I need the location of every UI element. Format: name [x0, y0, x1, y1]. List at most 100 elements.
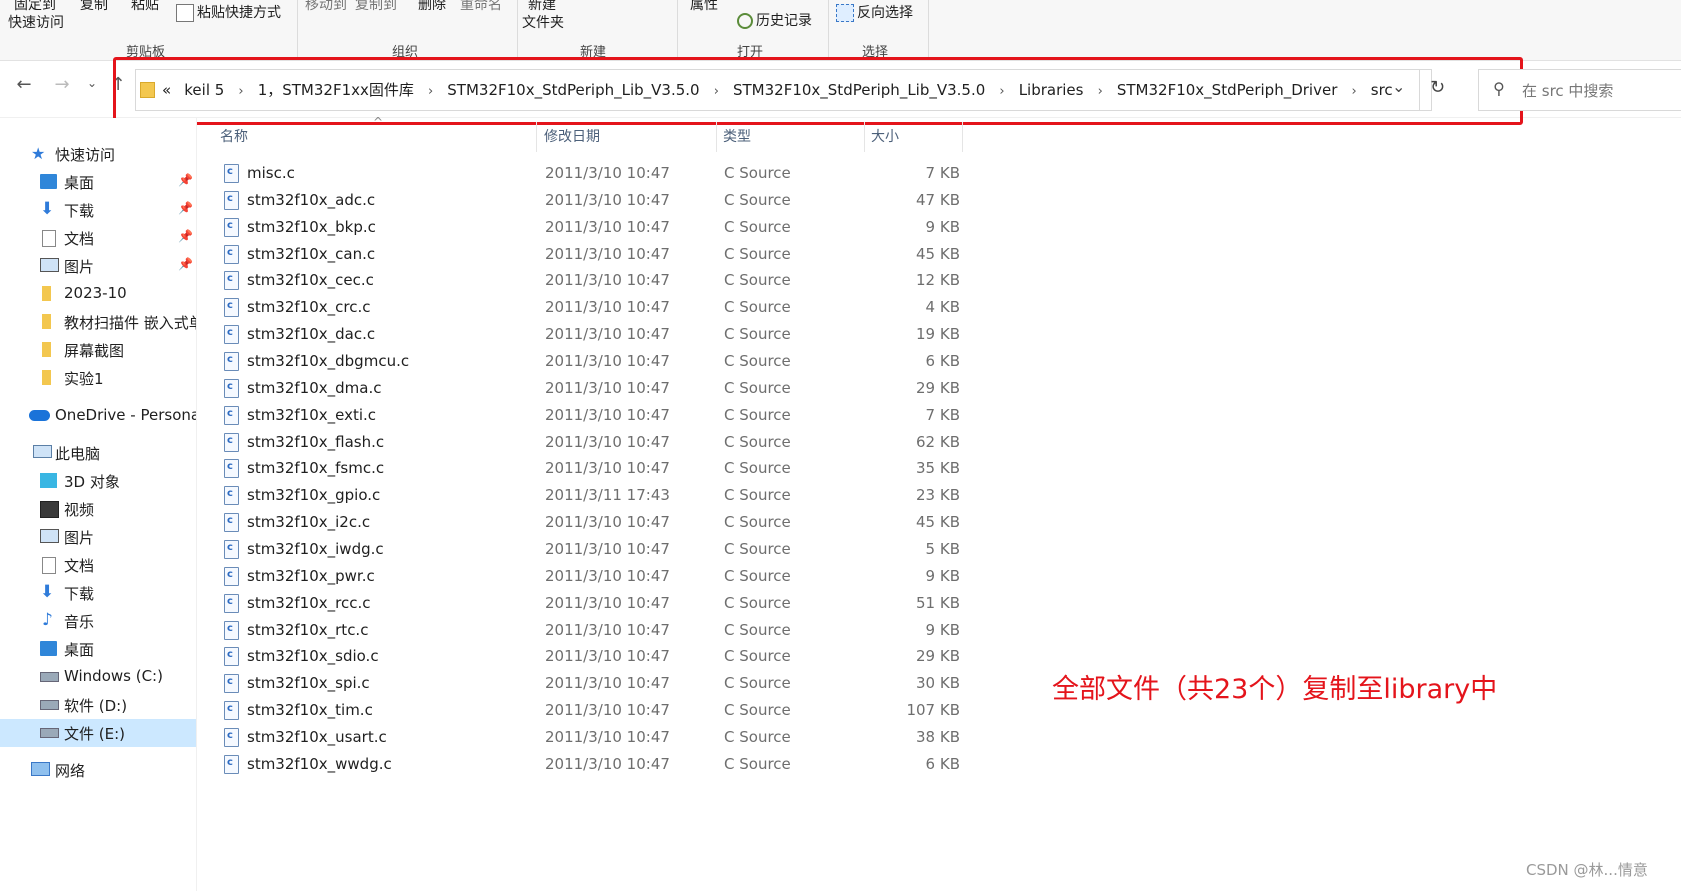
sidebar-item-quick-access[interactable]: ★ 快速访问 [0, 140, 196, 168]
history-button[interactable]: 历史记录 [737, 10, 812, 30]
sidebar-item-pictures[interactable]: 图片 📌 [0, 252, 196, 280]
invert-selection-button[interactable]: 反向选择 [836, 2, 913, 22]
recent-chevron-icon[interactable]: ⌄ [80, 76, 104, 90]
file-row[interactable]: c stm32f10x_fsmc.c 2011/3/10 10:47 C Source… [220, 456, 970, 483]
c-source-file-icon: c [224, 432, 239, 452]
column-header-name[interactable]: 名称 [220, 126, 248, 146]
sidebar-item-desktop[interactable]: 桌面 [0, 635, 196, 663]
sidebar-item-drive-d[interactable]: 软件 (D:) [0, 691, 196, 719]
sidebar-item-folder[interactable]: 屏幕截图 [0, 336, 196, 364]
sidebar-item-downloads[interactable]: ⬇ 下载 [0, 579, 196, 607]
back-arrow-icon[interactable]: ← [12, 74, 36, 95]
move-to-button[interactable]: 移动到 [305, 0, 347, 14]
sidebar-item-folder[interactable]: 实验1 [0, 364, 196, 392]
breadcrumb-item[interactable]: STM32F10x_StdPeriph_Driver [1117, 81, 1338, 99]
pin-icon[interactable]: 📌 [178, 173, 193, 187]
file-row[interactable]: c stm32f10x_wwdg.c 2011/3/10 10:47 C Source… [220, 752, 970, 779]
file-row[interactable]: c stm32f10x_dbgmcu.c 2011/3/10 10:47 C Sour… [220, 349, 970, 376]
file-row[interactable]: c stm32f10x_dac.c 2011/3/10 10:47 C Source 1… [220, 322, 970, 349]
breadcrumb-overflow[interactable]: « [162, 81, 171, 99]
chevron-right-icon[interactable]: › [1351, 84, 1356, 99]
column-header-size[interactable]: 大小 [871, 126, 899, 146]
chevron-right-icon[interactable]: › [999, 84, 1004, 99]
sidebar-item-drive-c[interactable]: Windows (C:) [0, 663, 196, 691]
copy-to-button[interactable]: 复制到 [355, 0, 397, 14]
file-row[interactable]: c stm32f10x_tim.c 2011/3/10 10:47 C Source 1… [220, 698, 970, 725]
file-row[interactable]: c stm32f10x_flash.c 2011/3/10 10:47 C Sourc… [220, 430, 970, 457]
file-row[interactable]: c stm32f10x_bkp.c 2011/3/10 10:47 C Source 9… [220, 215, 970, 242]
breadcrumb-item[interactable]: Libraries [1019, 81, 1084, 99]
delete-button[interactable]: 删除 [418, 0, 446, 14]
download-icon: ⬇ [40, 199, 55, 219]
pin-icon[interactable]: 📌 [178, 257, 193, 271]
breadcrumb-item[interactable]: src [1371, 81, 1393, 99]
sidebar-item-network[interactable]: 网络 [0, 756, 196, 784]
breadcrumb-item[interactable]: STM32F10x_StdPeriph_Lib_V3.5.0 [447, 81, 699, 99]
file-row[interactable]: c stm32f10x_pwr.c 2011/3/10 10:47 C Source 9… [220, 564, 970, 591]
sidebar-item-documents[interactable]: 文档 [0, 551, 196, 579]
sidebar-item-folder[interactable]: 教材扫描件 嵌入式单 [0, 308, 196, 336]
file-row[interactable]: c stm32f10x_crc.c 2011/3/10 10:47 C Source 4… [220, 295, 970, 322]
sidebar-item-desktop[interactable]: 桌面 📌 [0, 168, 196, 196]
paste-shortcut-button[interactable]: 粘贴快捷方式 [176, 2, 281, 22]
sidebar-item-this-pc[interactable]: 此电脑 [0, 439, 196, 467]
c-source-file-icon: c [224, 190, 239, 210]
pin-quick-access-line2[interactable]: 快速访问 [8, 12, 64, 32]
column-divider[interactable] [536, 122, 537, 152]
file-row[interactable]: c stm32f10x_adc.c 2011/3/10 10:47 C Source 4… [220, 188, 970, 215]
breadcrumb-item[interactable]: 1，STM32F1xx固件库 [258, 81, 414, 99]
c-source-file-icon: c [224, 217, 239, 237]
file-row[interactable]: c stm32f10x_dma.c 2011/3/10 10:47 C Source 2… [220, 376, 970, 403]
column-divider[interactable] [962, 122, 963, 152]
network-icon [31, 762, 50, 776]
file-row[interactable]: c stm32f10x_sdio.c 2011/3/10 10:47 C Source… [220, 644, 970, 671]
file-row[interactable]: c stm32f10x_cec.c 2011/3/10 10:47 C Source 1… [220, 268, 970, 295]
chevron-right-icon[interactable]: › [1098, 84, 1103, 99]
file-row[interactable]: c stm32f10x_gpio.c 2011/3/11 17:43 C Source… [220, 483, 970, 510]
column-header-type[interactable]: 类型 [723, 126, 751, 146]
file-row[interactable]: c misc.c 2011/3/10 10:47 C Source 7 KB [220, 161, 970, 188]
sidebar-item-videos[interactable]: 视频 [0, 495, 196, 523]
sidebar-item-3d-objects[interactable]: 3D 对象 [0, 467, 196, 495]
file-row[interactable]: c stm32f10x_rcc.c 2011/3/10 10:47 C Source 5… [220, 591, 970, 618]
breadcrumb-item[interactable]: keil 5 [184, 81, 224, 99]
file-row[interactable]: c stm32f10x_i2c.c 2011/3/10 10:47 C Source 4… [220, 510, 970, 537]
address-dropdown-icon[interactable]: ⌄ [1392, 77, 1405, 96]
breadcrumb-item[interactable]: STM32F10x_StdPeriph_Lib_V3.5.0 [733, 81, 985, 99]
sidebar-item-label: 桌面 [64, 641, 95, 659]
rename-button[interactable]: 重命名 [460, 0, 502, 14]
paste-button[interactable]: 粘贴 [131, 0, 159, 14]
sidebar-item-music[interactable]: ♪ 音乐 [0, 607, 196, 635]
file-row[interactable]: c stm32f10x_can.c 2011/3/10 10:47 C Source 4… [220, 242, 970, 269]
pin-icon[interactable]: 📌 [178, 229, 193, 243]
column-divider[interactable] [716, 122, 717, 152]
address-bar[interactable]: « keil 5 › 1，STM32F1xx固件库 › STM32F10x_St… [135, 69, 1445, 111]
sidebar-item-label: 图片 [64, 529, 95, 547]
file-row[interactable]: c stm32f10x_spi.c 2011/3/10 10:47 C Source 3… [220, 671, 970, 698]
sidebar-item-documents[interactable]: 文档 📌 [0, 224, 196, 252]
file-row[interactable]: c stm32f10x_usart.c 2011/3/10 10:47 C Sourc… [220, 725, 970, 752]
forward-arrow-icon[interactable]: → [50, 74, 74, 95]
refresh-icon[interactable]: ↻ [1430, 77, 1445, 98]
column-divider[interactable] [864, 122, 865, 152]
sidebar-item-pictures[interactable]: 图片 [0, 523, 196, 551]
search-box[interactable]: ⚲ 在 src 中搜索 [1478, 69, 1681, 111]
chevron-right-icon[interactable]: › [714, 84, 719, 99]
file-row[interactable]: c stm32f10x_exti.c 2011/3/10 10:47 C Source… [220, 403, 970, 430]
properties-button[interactable]: 属性 [690, 0, 718, 14]
sort-indicator-icon: ^ [373, 115, 384, 129]
chevron-right-icon[interactable]: › [428, 84, 433, 99]
file-row[interactable]: c stm32f10x_iwdg.c 2011/3/10 10:47 C Source… [220, 537, 970, 564]
chevron-right-icon[interactable]: › [238, 84, 243, 99]
sidebar-item-downloads[interactable]: ⬇ 下载 📌 [0, 196, 196, 224]
column-header-date[interactable]: 修改日期 [544, 126, 600, 146]
sidebar-item-drive-e[interactable]: 文件 (E:) [0, 719, 196, 747]
pane-divider[interactable] [196, 118, 197, 891]
pin-icon[interactable]: 📌 [178, 201, 193, 215]
file-row[interactable]: c stm32f10x_rtc.c 2011/3/10 10:47 C Source 9… [220, 618, 970, 645]
copy-button[interactable]: 复制 [80, 0, 108, 14]
sidebar-item-onedrive[interactable]: OneDrive - Persona [0, 402, 196, 430]
up-arrow-icon[interactable]: ↑ [106, 74, 130, 95]
sidebar-item-folder[interactable]: 2023-10 [0, 280, 196, 308]
new-folder-line2[interactable]: 文件夹 [522, 12, 564, 32]
